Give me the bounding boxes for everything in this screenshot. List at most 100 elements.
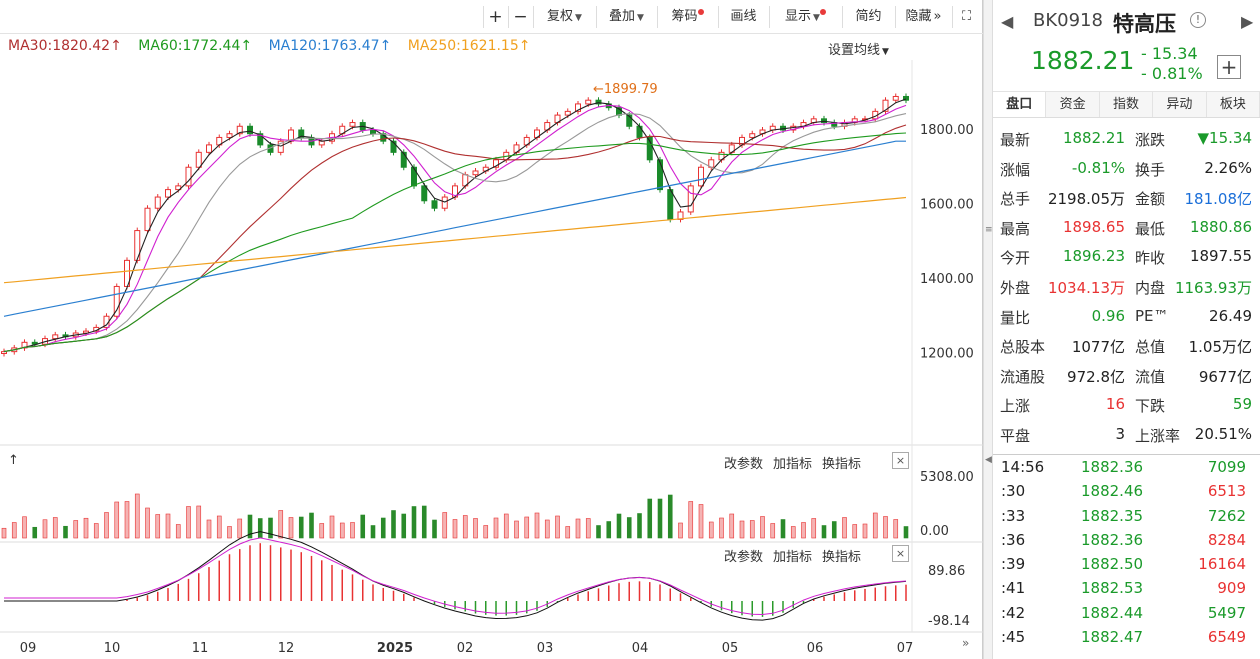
quote-row: 涨幅 -0.81% 换手 2.26%: [993, 154, 1260, 184]
candle-body: [646, 136, 653, 161]
x-axis-label: 07: [897, 641, 914, 656]
volume-bar: [32, 526, 38, 539]
prev-stock-icon[interactable]: ◀: [1001, 12, 1013, 31]
volume-bar: [842, 517, 847, 539]
tab-2[interactable]: 指数: [1099, 92, 1154, 117]
volume-bar: [370, 525, 376, 539]
tab-1[interactable]: 资金: [1046, 92, 1100, 117]
tab-0[interactable]: 盘口: [993, 92, 1047, 117]
add-watchlist-button[interactable]: +: [1217, 55, 1241, 79]
jiazhibiao-link[interactable]: 加指标: [773, 457, 812, 472]
close-macd-panel-icon[interactable]: ×: [892, 545, 909, 562]
candle-body: [667, 189, 674, 220]
candle-body: [236, 125, 243, 135]
quote-row: 今开 1896.23 昨收 1897.55: [993, 242, 1260, 272]
quote-tabs: 盘口 资金 指数 异动 板块: [993, 92, 1260, 118]
quote-row: 总手 2198.05万 金额 181.08亿: [993, 183, 1260, 213]
candle-body: [93, 326, 100, 332]
x-axis-label: 06: [807, 641, 824, 656]
volume-bar: [329, 515, 335, 539]
volume-bar: [237, 518, 243, 539]
candle-body: [441, 196, 448, 209]
tick-list[interactable]: 14:56 1882.36 7099:30 1882.46 6513:33 1882.35…: [993, 454, 1260, 649]
collapse-arrow-icon: ◀: [985, 455, 992, 465]
set-ma-button[interactable]: 设置均线 ▼: [828, 39, 889, 58]
next-stock-icon[interactable]: ▶: [1241, 12, 1253, 31]
price-change: - 15.34: [1141, 44, 1198, 63]
volume-expand-icon[interactable]: ↑: [8, 453, 19, 468]
volume-bar: [503, 513, 509, 539]
candle-body: [62, 334, 69, 338]
volume-bar: [124, 501, 130, 539]
gaicanshu-link[interactable]: 改参数: [724, 457, 763, 472]
candle-body: [165, 189, 171, 198]
price-axis-label: 1600.00: [920, 198, 974, 213]
tick-row: :36 1882.36 8284: [993, 528, 1260, 552]
volume-bar: [770, 523, 776, 539]
volume-bar: [452, 519, 458, 539]
candle-body: [739, 136, 745, 146]
volume-bar: [319, 523, 325, 539]
ma120-label: MA120:1763.47↑: [268, 38, 392, 54]
jianyue-button[interactable]: 简约: [842, 6, 894, 28]
gaicanshu-link[interactable]: 改参数: [724, 550, 763, 565]
candle-body: [277, 140, 284, 153]
volume-bar: [544, 519, 550, 539]
fullscreen-button[interactable]: ⛶: [952, 6, 980, 28]
tab-3[interactable]: 异动: [1153, 92, 1207, 117]
quote-label: 上涨率: [1135, 426, 1181, 445]
huaxian-button[interactable]: 画线: [718, 6, 768, 28]
chouma-button[interactable]: 筹码: [657, 6, 717, 28]
candle-body: [298, 129, 305, 138]
diejia-dropdown[interactable]: 叠加 ▼: [596, 6, 656, 28]
candle-body: [687, 185, 694, 213]
tick-volume: 7262: [1207, 506, 1246, 525]
zoom-in-button[interactable]: +: [483, 6, 507, 28]
fuquan-dropdown[interactable]: 复权 ▼: [533, 6, 595, 28]
current-price: 1882.21: [1031, 46, 1135, 75]
volume-bar: [596, 525, 601, 539]
candle-body: [851, 118, 858, 124]
candle-body: [124, 259, 130, 287]
quote-panel: ◀ BK0918 特高压 ! ▶ 1882.21 - 15.34 - 0.81%…: [993, 0, 1260, 659]
candle-body: [810, 118, 817, 124]
huanzhibiao-link[interactable]: 换指标: [822, 550, 861, 565]
ma-line: [3, 98, 907, 353]
huanzhibiao-link[interactable]: 换指标: [822, 457, 861, 472]
volume-bar: [298, 516, 304, 539]
drag-handle-icon: ≡: [985, 225, 993, 235]
price-axis-label: 1800.00: [920, 123, 974, 138]
close-volume-panel-icon[interactable]: ×: [892, 452, 909, 469]
panel-divider[interactable]: ≡ ◀: [983, 0, 993, 659]
candle-body: [503, 151, 510, 161]
tab-4[interactable]: 板块: [1206, 92, 1260, 117]
xianshi-dropdown[interactable]: 显示 ▼: [769, 6, 841, 28]
ma60-label: MA60:1772.44↑: [138, 38, 253, 54]
volume-bar: [268, 517, 273, 539]
info-icon[interactable]: !: [1190, 12, 1206, 28]
volume-bar: [585, 518, 591, 539]
chevron-down-icon: ▼: [813, 13, 820, 23]
quote-row: 总股本 1077亿 总值 1.05万亿: [993, 331, 1260, 361]
jiazhibiao-link[interactable]: 加指标: [773, 550, 812, 565]
volume-bar: [257, 518, 263, 539]
candle-body: [749, 133, 756, 138]
fuquan-label: 复权: [547, 9, 574, 24]
zoom-out-button[interactable]: −: [508, 6, 532, 28]
quote-label: 涨幅: [1000, 160, 1031, 179]
scroll-forward-icon[interactable]: »: [962, 636, 969, 650]
volume-bar: [432, 519, 437, 539]
candle-body: [113, 285, 120, 317]
candle-body: [862, 118, 868, 121]
volume-bar: [688, 501, 694, 539]
candle-body: [523, 136, 530, 146]
candle-body: [821, 118, 827, 124]
quote-row: 上涨 16 下跌 59: [993, 390, 1260, 420]
yincang-button[interactable]: 隐藏»: [895, 6, 951, 28]
volume-bar: [42, 519, 48, 539]
candle-body: [288, 129, 294, 142]
tick-price: 1882.46: [1081, 482, 1144, 501]
volume-bar: [780, 519, 786, 539]
ma250-label: MA250:1621.15↑: [407, 38, 531, 54]
candle-body: [882, 99, 889, 112]
